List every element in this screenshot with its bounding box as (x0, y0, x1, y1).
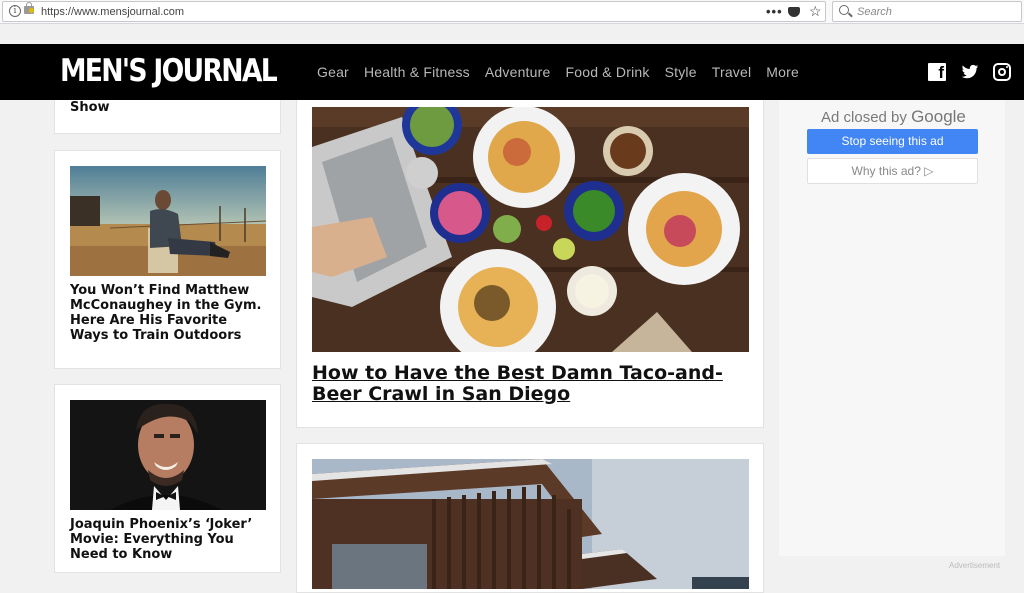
pocket-icon[interactable] (788, 7, 800, 17)
nav-item-more[interactable]: More (766, 64, 799, 80)
nav-item-adventure[interactable]: Adventure (485, 64, 551, 80)
main-nav: Gear Health & Fitness Adventure Food & D… (317, 64, 814, 80)
toolbar-spacer (0, 24, 1024, 44)
featured-article-card[interactable] (296, 443, 764, 593)
site-logo[interactable]: MEN'S JOURNAL (60, 53, 278, 89)
article-title[interactable]: You Won’t Find Matthew McConaughey in th… (70, 283, 270, 343)
advertisement-label: Advertisement (949, 561, 1001, 570)
info-icon[interactable]: i (9, 5, 21, 17)
ad-closed-prefix: Ad closed by (821, 109, 907, 126)
featured-article-card[interactable]: How to Have the Best Damn Taco-and-Beer … (296, 100, 764, 428)
url-text[interactable]: https://www.mensjournal.com (41, 6, 184, 18)
bookmark-star-icon[interactable]: ☆ (809, 3, 822, 20)
ad-panel: Ad closed by Google Stop seeing this ad … (779, 100, 1005, 556)
article-thumbnail[interactable] (70, 400, 266, 510)
article-hero-image[interactable] (312, 459, 749, 589)
lock-icon[interactable] (24, 2, 34, 14)
search-icon (839, 5, 849, 15)
browser-toolbar: i https://www.mensjournal.com ••• ☆ Sear… (0, 0, 1024, 24)
ad-closed-notice: Ad closed by Google (821, 107, 966, 127)
facebook-icon[interactable]: f (928, 63, 946, 82)
search-placeholder: Search (857, 6, 892, 18)
article-title[interactable]: Joaquin Phoenix’s ‘Joker’ Movie: Everyth… (70, 517, 270, 562)
address-bar[interactable]: i https://www.mensjournal.com ••• ☆ (2, 1, 826, 22)
article-title[interactable]: Show (70, 100, 110, 115)
article-hero-image[interactable] (312, 107, 749, 352)
site-header: MEN'S JOURNAL Gear Health & Fitness Adve… (0, 44, 1024, 100)
browser-search-input[interactable]: Search (832, 1, 1022, 22)
instagram-icon[interactable] (993, 63, 1011, 81)
nav-item-travel[interactable]: Travel (712, 64, 752, 80)
twitter-icon[interactable] (961, 63, 979, 81)
article-card[interactable]: Joaquin Phoenix’s ‘Joker’ Movie: Everyth… (54, 384, 281, 573)
nav-item-gear[interactable]: Gear (317, 64, 349, 80)
article-card[interactable]: You Won’t Find Matthew McConaughey in th… (54, 150, 281, 369)
google-brand: Google (911, 107, 966, 126)
article-thumbnail[interactable] (70, 166, 266, 276)
nav-item-food-drink[interactable]: Food & Drink (565, 64, 649, 80)
stop-seeing-ad-button[interactable]: Stop seeing this ad (807, 129, 978, 154)
article-card[interactable]: Show (54, 100, 281, 134)
featured-article-title[interactable]: How to Have the Best Damn Taco-and-Beer … (312, 363, 749, 405)
nav-item-health-fitness[interactable]: Health & Fitness (364, 64, 470, 80)
nav-item-style[interactable]: Style (665, 64, 697, 80)
page-actions-icon[interactable]: ••• (766, 4, 783, 19)
why-this-ad-button[interactable]: Why this ad? ▷ (807, 158, 978, 184)
